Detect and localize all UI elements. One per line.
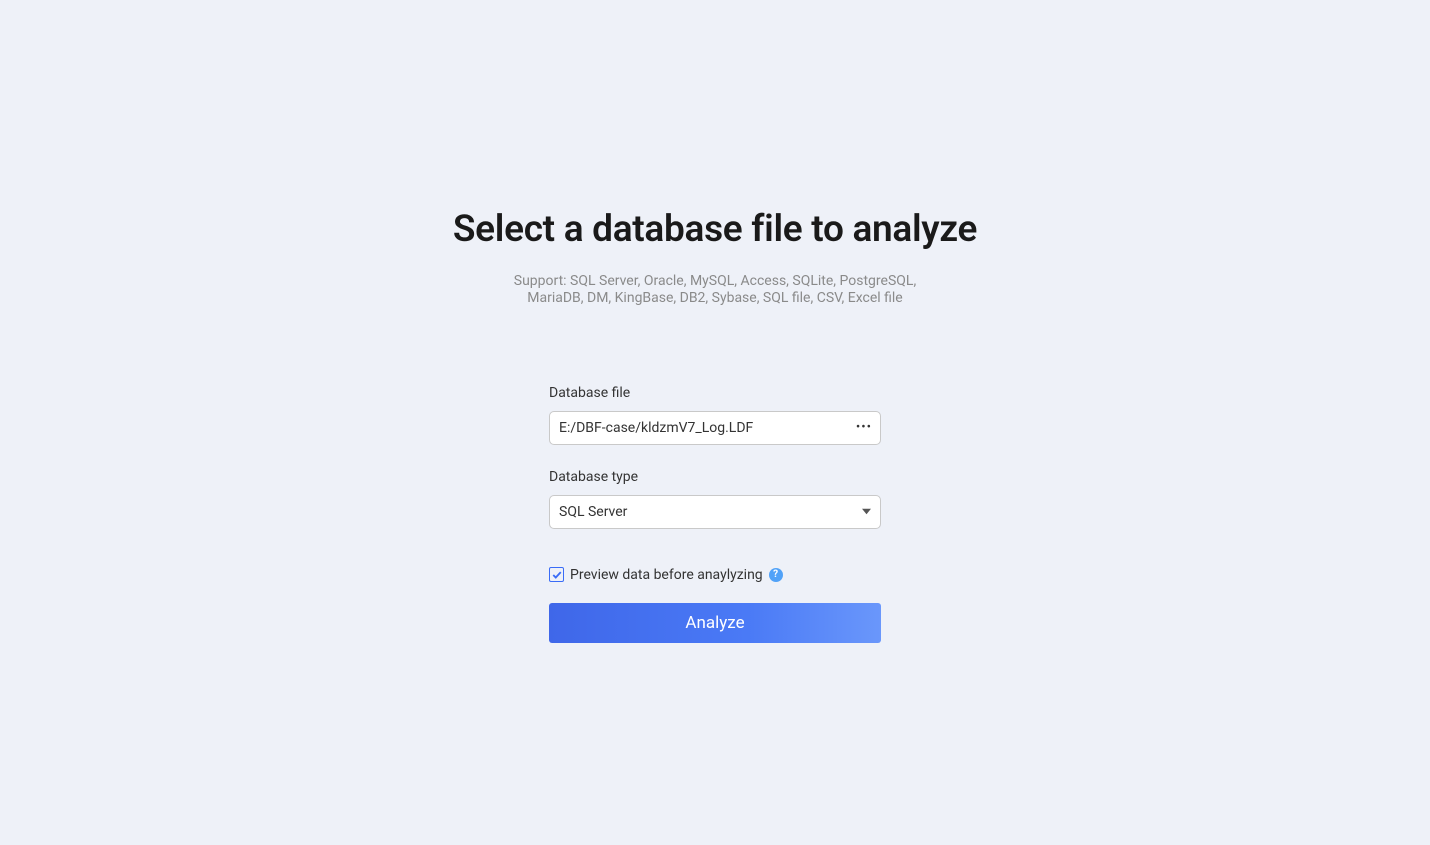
database-type-label: Database type <box>549 469 881 485</box>
ellipsis-icon: ••• <box>856 420 872 435</box>
help-icon[interactable]: ? <box>769 568 783 582</box>
browse-file-button[interactable]: ••• <box>852 412 880 444</box>
database-type-select[interactable]: SQL Server <box>549 495 881 529</box>
chevron-down-icon <box>852 507 880 516</box>
database-file-input-wrapper: ••• <box>549 411 881 445</box>
database-file-input[interactable] <box>550 412 852 444</box>
preview-checkbox-label: Preview data before anaylyzing <box>570 567 763 583</box>
main-container: Select a database file to analyze Suppor… <box>0 0 1430 643</box>
database-type-selected-value: SQL Server <box>550 504 852 520</box>
preview-checkbox[interactable] <box>549 567 564 582</box>
analyze-button[interactable]: Analyze <box>549 603 881 643</box>
page-subtitle: Support: SQL Server, Oracle, MySQL, Acce… <box>490 273 940 307</box>
database-file-label: Database file <box>549 385 881 401</box>
checkmark-icon <box>552 570 562 580</box>
form-area: Database file ••• Database type SQL Serv… <box>549 385 881 643</box>
database-file-field-group: Database file ••• <box>549 385 881 445</box>
page-title: Select a database file to analyze <box>453 208 977 251</box>
preview-checkbox-row: Preview data before anaylyzing ? <box>549 567 881 583</box>
database-type-field-group: Database type SQL Server <box>549 469 881 529</box>
